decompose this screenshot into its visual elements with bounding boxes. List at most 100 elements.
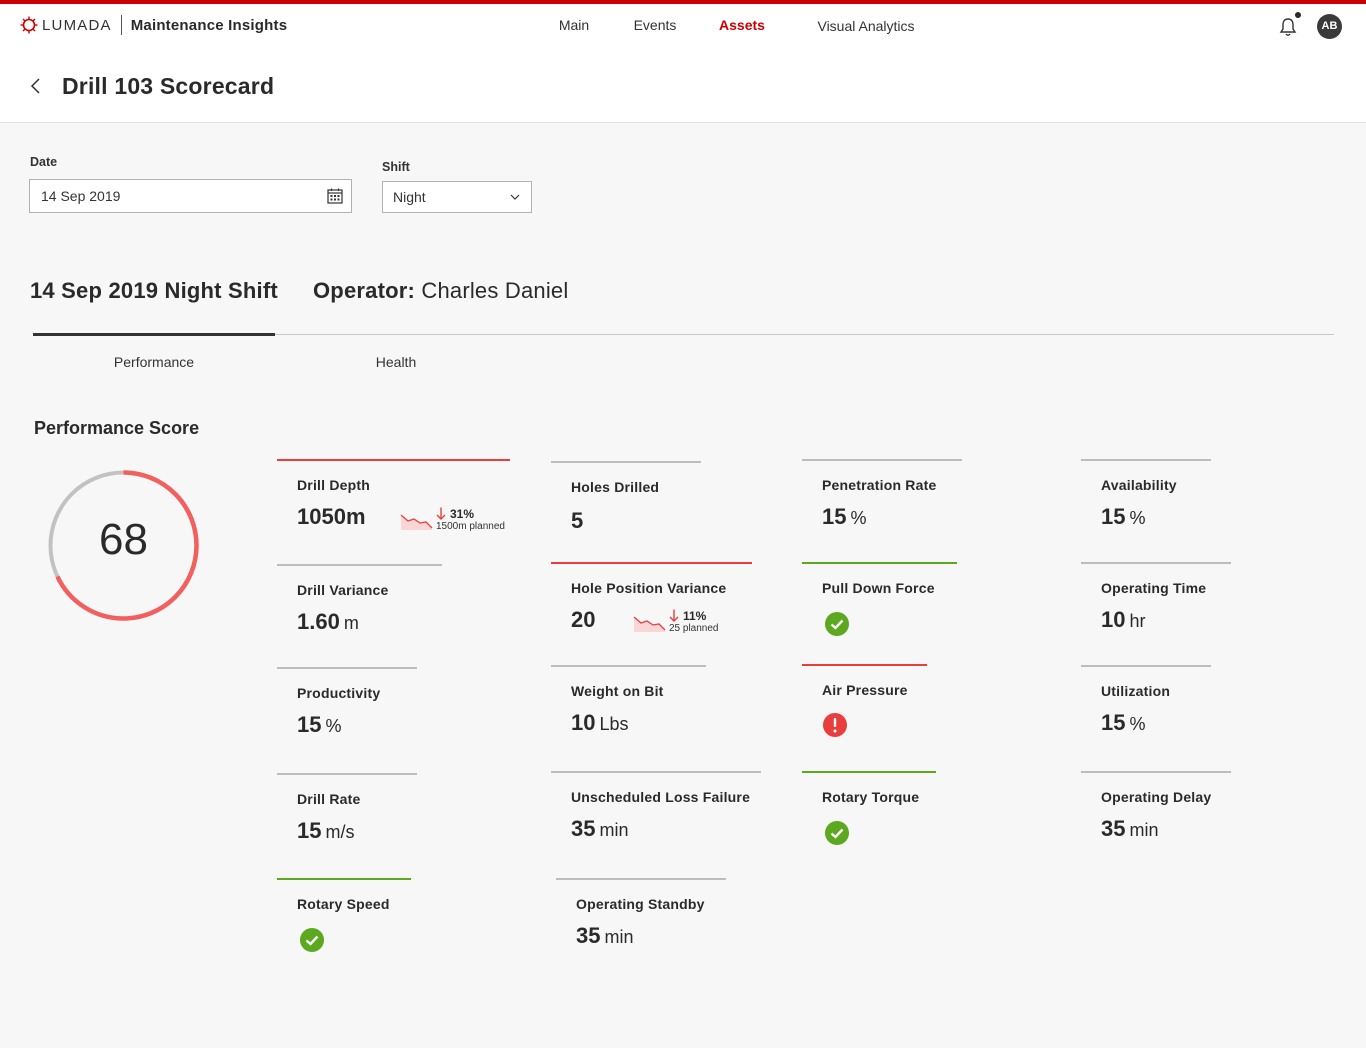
kpi-label: Rotary Speed: [297, 896, 390, 912]
kpi-label: Air Pressure: [822, 682, 908, 698]
kpi-unit: min: [1129, 820, 1159, 840]
kpi-label: Hole Position Variance: [571, 580, 727, 596]
kpi-drill-depth[interactable]: Drill Depth 1050m 31% 1500m planned: [277, 459, 517, 559]
kpi-number: 1050m: [297, 504, 366, 529]
kpi-number: 20: [571, 607, 596, 632]
kpi-holes-drilled[interactable]: Holes Drilled 5: [551, 461, 791, 561]
kpi-penetration-rate[interactable]: Penetration Rate 15%: [802, 459, 1042, 559]
kpi-status-bar: [1081, 665, 1211, 667]
performance-score-value: 68: [99, 515, 148, 564]
kpi-number: 10: [1101, 607, 1126, 632]
kpi-drill-rate[interactable]: Drill Rate 15 m/s: [277, 773, 517, 873]
kpi-status-bar: [556, 878, 726, 880]
kpi-productivity[interactable]: Productivity 15%: [277, 667, 517, 767]
kpi-operating-time[interactable]: Operating Time 10 hr: [1081, 562, 1321, 662]
nav-visual-analytics[interactable]: Visual Analytics: [804, 5, 928, 51]
kpi-label: Utilization: [1101, 683, 1171, 699]
kpi-status-bar: [551, 771, 761, 773]
tab-health[interactable]: Health: [275, 336, 517, 376]
kpi-value: 15 m/s: [297, 818, 354, 844]
kpi-status-bar: [277, 667, 417, 669]
date-field[interactable]: 14 Sep 2019: [29, 179, 352, 213]
kpi-value: 35 min: [571, 816, 629, 842]
kpi-unit: %: [325, 716, 342, 736]
performance-score-title: Performance Score: [34, 418, 200, 438]
brand[interactable]: LUMADA Maintenance Insights: [20, 13, 287, 37]
check-circle-icon: [300, 928, 324, 952]
kpi-number: 35: [576, 923, 601, 948]
kpi-value: 1050m: [297, 504, 366, 530]
kpi-label: Drill Rate: [297, 791, 361, 807]
kpi-weight-on-bit[interactable]: Weight on Bit 10 Lbs: [551, 665, 791, 765]
kpi-status-bar: [1081, 771, 1231, 773]
nav-main[interactable]: Main: [546, 4, 602, 50]
kpi-number: 1.60: [297, 609, 340, 634]
kpi-label: Drill Variance: [297, 582, 389, 598]
kpi-number: 10: [571, 710, 596, 735]
kpi-unit: m: [343, 613, 359, 633]
nav-events[interactable]: Events: [622, 4, 688, 50]
kpi-number: 15: [1101, 710, 1126, 735]
kpi-drill-variance[interactable]: Drill Variance 1.60 m: [277, 564, 517, 664]
kpi-air-pressure[interactable]: Air Pressure: [802, 664, 1042, 764]
kpi-number: 5: [571, 508, 584, 533]
kpi-status-bar: [277, 459, 510, 461]
kpi-rotary-speed[interactable]: Rotary Speed: [277, 878, 517, 978]
kpi-status-bar: [277, 564, 442, 566]
kpi-rotary-torque[interactable]: Rotary Torque: [802, 771, 1042, 871]
kpi-number: 15: [822, 504, 847, 529]
nav-assets[interactable]: Assets: [702, 0, 782, 50]
kpi-status-bar: [802, 771, 936, 773]
kpi-number: 15: [297, 818, 322, 843]
operator-info: Operator: Charles Daniel: [313, 278, 568, 304]
check-circle-icon: [825, 612, 849, 636]
shift-label: Shift: [382, 160, 410, 174]
chevron-down-icon: [510, 194, 520, 200]
kpi-number: 15: [297, 712, 322, 737]
kpi-unscheduled-loss-failure[interactable]: Unscheduled Loss Failure 35 min: [551, 771, 791, 871]
kpi-availability[interactable]: Availability 15%: [1081, 459, 1321, 559]
date-value: 14 Sep 2019: [41, 188, 121, 204]
kpi-label: Rotary Torque: [822, 789, 920, 805]
kpi-unit: min: [604, 927, 634, 947]
kpi-status-bar: [551, 562, 752, 564]
kpi-label: Operating Standby: [576, 896, 705, 912]
kpi-operating-standby[interactable]: Operating Standby 35 min: [556, 878, 796, 978]
operator-name: Charles Daniel: [421, 278, 569, 303]
kpi-value: 35 min: [1101, 816, 1159, 842]
kpi-value: 35 min: [576, 923, 634, 949]
kpi-label: Holes Drilled: [571, 479, 660, 495]
kpi-operating-delay[interactable]: Operating Delay 35 min: [1081, 771, 1321, 871]
kpi-pull-down-force[interactable]: Pull Down Force: [802, 562, 1042, 662]
kpi-unit: hr: [1129, 611, 1146, 631]
shift-heading: 14 Sep 2019 Night Shift: [30, 278, 278, 303]
back-chevron-icon[interactable]: [26, 76, 46, 96]
kpi-status-bar: [277, 773, 417, 775]
kpi-label: Penetration Rate: [822, 477, 937, 493]
kpi-hole-position-variance[interactable]: Hole Position Variance 20 11% 25 planned: [551, 562, 791, 662]
shift-dropdown[interactable]: Night: [382, 181, 532, 213]
kpi-unit: %: [1129, 508, 1146, 528]
kpi-label: Operating Time: [1101, 580, 1207, 596]
brand-divider: [120, 15, 122, 35]
kpi-value: 20: [571, 607, 595, 633]
kpi-number: 35: [1101, 816, 1126, 841]
tab-performance[interactable]: Performance: [33, 333, 275, 376]
trend-sparkline-icon: [633, 616, 666, 632]
brand-name: LUMADA: [42, 16, 112, 34]
kpi-utilization[interactable]: Utilization 15%: [1081, 665, 1321, 765]
kpi-status-bar: [802, 459, 962, 461]
trend-planned: 1500m planned: [436, 521, 505, 532]
calendar-icon[interactable]: [327, 188, 343, 204]
kpi-value: 10 hr: [1101, 607, 1146, 633]
notifications-bell-icon[interactable]: [1278, 16, 1298, 38]
alert-circle-icon: [823, 713, 847, 737]
kpi-status-bar: [802, 664, 927, 666]
user-avatar[interactable]: AB: [1317, 14, 1342, 39]
arrow-down-icon: [436, 507, 446, 520]
kpi-status-bar: [277, 878, 411, 880]
date-label: Date: [30, 155, 58, 169]
kpi-label: Pull Down Force: [822, 580, 935, 596]
arrow-down-icon: [669, 609, 679, 622]
lumada-logo-icon: [20, 16, 38, 34]
